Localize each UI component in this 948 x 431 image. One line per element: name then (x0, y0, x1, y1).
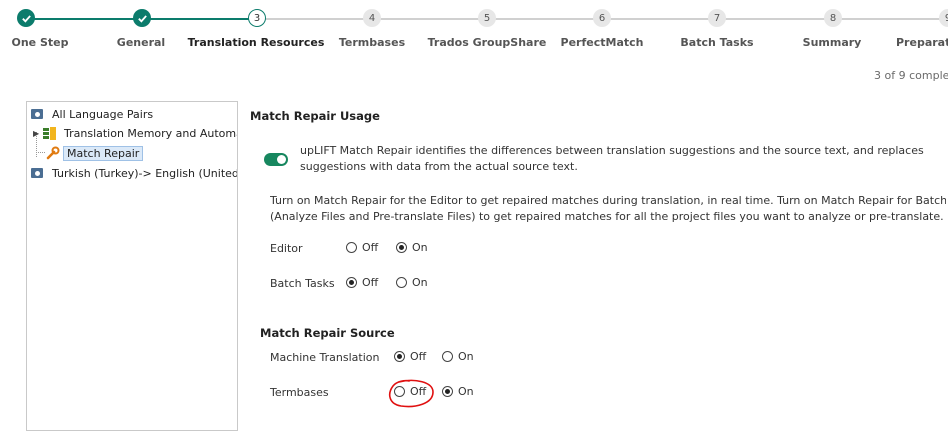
language-pair-icon (31, 168, 43, 178)
step-3-number[interactable]: 3 (248, 9, 266, 27)
step-7-number[interactable]: 7 (708, 9, 726, 27)
editor-on-radio[interactable]: On (396, 241, 428, 254)
wizard-stepper: One Step General 3 Translation Resources… (0, 0, 948, 60)
step-1-check-icon[interactable] (17, 9, 35, 27)
step-7-label[interactable]: Batch Tasks (680, 36, 753, 49)
expand-arrow-icon[interactable]: ▶ (33, 129, 41, 138)
tree-item-label: Turkish (Turkey)-> English (United Ki (52, 166, 238, 180)
radio-label: On (412, 276, 428, 289)
batch-tasks-on-radio[interactable]: On (396, 276, 428, 289)
tree-item-all-language-pairs[interactable]: All Language Pairs (31, 105, 156, 123)
radio-label: Off (362, 276, 379, 289)
radio-indicator (346, 242, 357, 253)
editor-off-radio[interactable]: Off (346, 241, 378, 254)
step-6-label[interactable]: PerfectMatch (561, 36, 644, 49)
radio-label: Off (362, 241, 379, 254)
radio-label: On (412, 241, 428, 254)
source-section-title: Match Repair Source (260, 326, 395, 340)
machine-translation-label: Machine Translation (270, 351, 380, 364)
step-8-label[interactable]: Summary (803, 36, 862, 49)
radio-indicator (394, 351, 405, 362)
info-line: (Analyze Files and Pre-translate Files) … (270, 210, 944, 223)
info-line: Turn on Match Repair for the Editor to g… (270, 194, 946, 207)
usage-section-title: Match Repair Usage (250, 109, 380, 123)
radio-indicator (396, 277, 407, 288)
step-1-label[interactable]: One Step (12, 36, 69, 49)
batch-tasks-off-radio[interactable]: Off (346, 276, 378, 289)
step-9-label[interactable]: Preparatio (896, 36, 948, 49)
radio-label: On (458, 385, 474, 398)
step-9-number[interactable]: 9 (939, 9, 948, 27)
radio-indicator (396, 242, 407, 253)
step-5-label[interactable]: Trados GroupShare (428, 36, 547, 49)
step-4-number[interactable]: 4 (363, 9, 381, 27)
translation-memory-icon (43, 126, 56, 140)
radio-indicator (442, 386, 453, 397)
tree-connector (36, 152, 45, 153)
step-connector (142, 18, 257, 20)
step-4-label[interactable]: Termbases (339, 36, 405, 49)
match-repair-info: Turn on Match Repair for the Editor to g… (270, 193, 946, 225)
termbases-label: Termbases (270, 386, 329, 399)
match-repair-description: upLIFT Match Repair identifies the diffe… (300, 143, 926, 175)
editor-label: Editor (270, 242, 303, 255)
tree-item-turkish-english[interactable]: Turkish (Turkey)-> English (United Ki (31, 164, 238, 182)
wrench-icon (46, 146, 60, 160)
radio-indicator (346, 277, 357, 288)
machine-translation-off-radio[interactable]: Off (394, 350, 426, 363)
description-line: suggestions with data from the actual so… (300, 160, 578, 173)
machine-translation-on-radio[interactable]: On (442, 350, 474, 363)
tree-item-match-repair[interactable]: Match Repair (46, 144, 144, 162)
step-connector (26, 18, 142, 20)
match-repair-toggle[interactable] (264, 153, 288, 166)
tree-item-label: Translation Memory and Automa (64, 126, 238, 140)
match-repair-settings: Match Repair Usage upLIFT Match Repair i… (250, 101, 948, 416)
radio-label: Off (410, 350, 427, 363)
wizard-progress-text: 3 of 9 complete (874, 69, 948, 82)
termbases-on-radio[interactable]: On (442, 385, 474, 398)
step-2-check-icon[interactable] (133, 9, 151, 27)
tree-item-translation-memory[interactable]: ▶ Translation Memory and Automa (33, 124, 238, 142)
language-pair-icon (31, 109, 43, 119)
tree-item-label: All Language Pairs (52, 107, 154, 121)
step-8-number[interactable]: 8 (824, 9, 842, 27)
radio-label: On (458, 350, 474, 363)
radio-indicator (442, 351, 453, 362)
step-2-label[interactable]: General (117, 36, 165, 49)
description-line: upLIFT Match Repair identifies the diffe… (300, 144, 926, 157)
step-5-number[interactable]: 5 (478, 9, 496, 27)
language-pair-tree: All Language Pairs ▶ Translation Memory … (26, 101, 238, 431)
annotation-circle-icon (388, 379, 434, 408)
batch-tasks-label: Batch Tasks (270, 277, 335, 290)
step-3-label[interactable]: Translation Resources (188, 36, 325, 49)
tree-item-label: Match Repair (63, 145, 144, 161)
step-6-number[interactable]: 6 (593, 9, 611, 27)
